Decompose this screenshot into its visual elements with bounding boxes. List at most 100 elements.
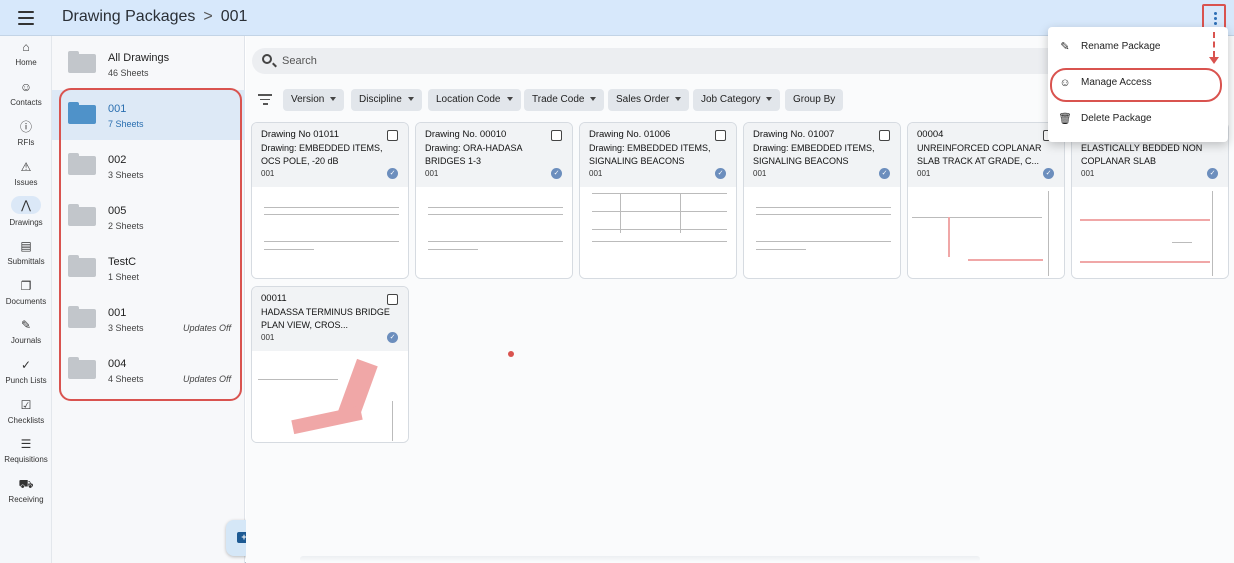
chip-label: Sales Order [616,94,670,105]
select-checkbox[interactable] [387,130,398,141]
chip-label: Trade Code [532,94,585,105]
warning-icon: ⚠ [20,160,32,174]
rail-label: Checklists [7,416,45,425]
drawing-package: 001 [261,169,275,178]
chevron-down-icon [506,97,513,102]
drawing-thumbnail[interactable] [1072,187,1228,278]
menu-item-label: Delete Package [1081,113,1152,124]
manage-access-highlight [1050,68,1222,102]
truck-icon: ⛟ [18,477,34,491]
filter-job-category[interactable]: Job Category [693,89,781,111]
rail-item-journals[interactable]: ✎ Journals [0,318,52,345]
rail-item-requisitions[interactable]: ☰ Requisitions [0,437,52,464]
drawing-card[interactable]: 00011 HADASSA TERMINUS BRIDGE PLAN VIEW,… [251,286,409,443]
rail-item-home[interactable]: ⌂ Home [0,40,52,67]
rail-item-documents[interactable]: ❐ Documents [0,279,52,306]
select-checkbox[interactable] [715,130,726,141]
rail-label: Issues [14,178,38,187]
breadcrumb: Drawing Packages > 001 [62,8,247,26]
drawing-description: Drawing: EMBEDDED ITEMS, SIGNALING BEACO… [589,143,711,166]
rail-label: Submittals [7,257,45,266]
verified-icon: ✓ [387,168,398,179]
drawing-card[interactable]: 00004 UNREINFORCED COPLANAR SLAB TRACK A… [907,122,1065,279]
drawing-card[interactable]: Drawing No. 01006 Drawing: EMBEDDED ITEM… [579,122,737,279]
chip-label: Job Category [701,94,761,105]
breadcrumb-root[interactable]: Drawing Packages [62,8,195,26]
drawing-thumbnail[interactable] [908,187,1064,278]
verified-icon: ✓ [1043,168,1054,179]
verified-icon: ✓ [879,168,890,179]
rail-label: RFIs [17,138,35,147]
menu-item-delete-package[interactable]: 🗑 Delete Package [1048,104,1228,134]
drawing-card[interactable]: Drawing No. 01007 Drawing: EMBEDDED ITEM… [743,122,901,279]
select-checkbox[interactable] [879,130,890,141]
chip-label: Version [291,94,325,105]
filter-version[interactable]: Version [283,89,345,111]
drawing-description: HADASSA TERMINUS BRIDGE PLAN VIEW, CROS.… [261,307,390,330]
drawing-number: 00004 [917,129,944,140]
drawing-package: 001 [753,169,767,178]
verified-icon: ✓ [715,168,726,179]
compass-icon: ⋀ [11,196,41,214]
filter-trade-code[interactable]: Trade Code [524,89,605,111]
chevron-down-icon [766,97,773,102]
rail-label: Punch Lists [5,376,47,385]
rail-item-rfis[interactable]: ⓘ RFIs [0,120,52,147]
drawing-thumbnail[interactable] [416,187,572,278]
select-checkbox[interactable] [551,130,562,141]
drawing-thumbnail[interactable] [744,187,900,278]
select-checkbox[interactable] [387,294,398,305]
cursor-marker [508,351,514,357]
annotation-arrow-line [1213,32,1215,57]
rail-label: Home [15,58,37,67]
search-bar[interactable]: Search [252,48,1132,74]
drawing-description: Drawing: ORA-HADASA BRIDGES 1-3 [425,143,523,166]
filter-location-code[interactable]: Location Code [428,89,521,111]
rail-label: Receiving [8,495,44,504]
chip-label: Location Code [436,94,501,105]
rail-item-issues[interactable]: ⚠ Issues [0,160,52,187]
drawing-card[interactable]: Drawing No. 00010 Drawing: ORA-HADASA BR… [415,122,573,279]
rail-item-submittals[interactable]: ▤ Submittals [0,239,52,266]
drawing-package: 001 [589,169,603,178]
document-icon: ▤ [20,239,32,253]
rail-item-checklists[interactable]: ☑ Checklists [0,398,52,425]
folder-icon [68,51,96,73]
drawing-number: Drawing No. 01007 [753,129,835,140]
rail-label: Contacts [10,98,42,107]
drawing-number: Drawing No. 00010 [425,129,507,140]
menu-item-rename-package[interactable]: ✎ Rename Package [1048,32,1228,62]
trash-icon: 🗑 [1058,113,1072,125]
rail-item-drawings[interactable]: ⋀ Drawings [0,196,52,227]
rail-item-contacts[interactable]: ☺ Contacts [0,80,52,107]
drawing-description: Drawing: EMBEDDED ITEMS, OCS POLE, -20 d… [261,143,383,166]
rail-item-punch-lists[interactable]: ✓ Punch Lists [0,358,52,385]
breadcrumb-separator: > [203,8,213,25]
filter-discipline[interactable]: Discipline [351,89,422,111]
drawing-thumbnail[interactable] [252,187,408,278]
search-input[interactable]: Search [282,55,317,67]
group-by-button[interactable]: Group By [785,89,844,111]
drawing-package: 001 [1081,169,1095,178]
chip-label: Discipline [359,94,402,105]
filter-sales-order[interactable]: Sales Order [608,89,690,111]
drawing-thumbnail[interactable] [252,351,408,442]
rail-label: Drawings [9,218,43,227]
drawing-number: 00011 [261,293,287,304]
drawing-description: Drawing: EMBEDDED ITEMS, SIGNALING BEACO… [753,143,875,166]
filter-icon[interactable] [258,94,272,108]
person-icon: ☺ [19,80,33,94]
folder-all-drawings[interactable]: All Drawings 46 Sheets [52,39,245,89]
stack-icon: ❐ [20,279,32,293]
hamburger-menu-icon[interactable] [18,11,34,25]
info-icon: ⓘ [19,120,32,134]
drawing-thumbnail[interactable] [580,187,736,278]
home-icon: ⌂ [22,40,30,54]
drawing-package: 001 [917,169,931,178]
rail-label: Requisitions [4,455,48,464]
rail-item-receiving[interactable]: ⛟ Receiving [0,477,52,504]
pencil-icon: ✎ [1060,41,1070,53]
drawing-card[interactable]: ELASTICALLY BEDDED NON COPLANAR SLAB 001… [1071,122,1229,279]
drawing-description: UNREINFORCED COPLANAR SLAB TRACK AT GRAD… [917,143,1042,166]
drawing-card[interactable]: Drawing No 01011 Drawing: EMBEDDED ITEMS… [251,122,409,279]
